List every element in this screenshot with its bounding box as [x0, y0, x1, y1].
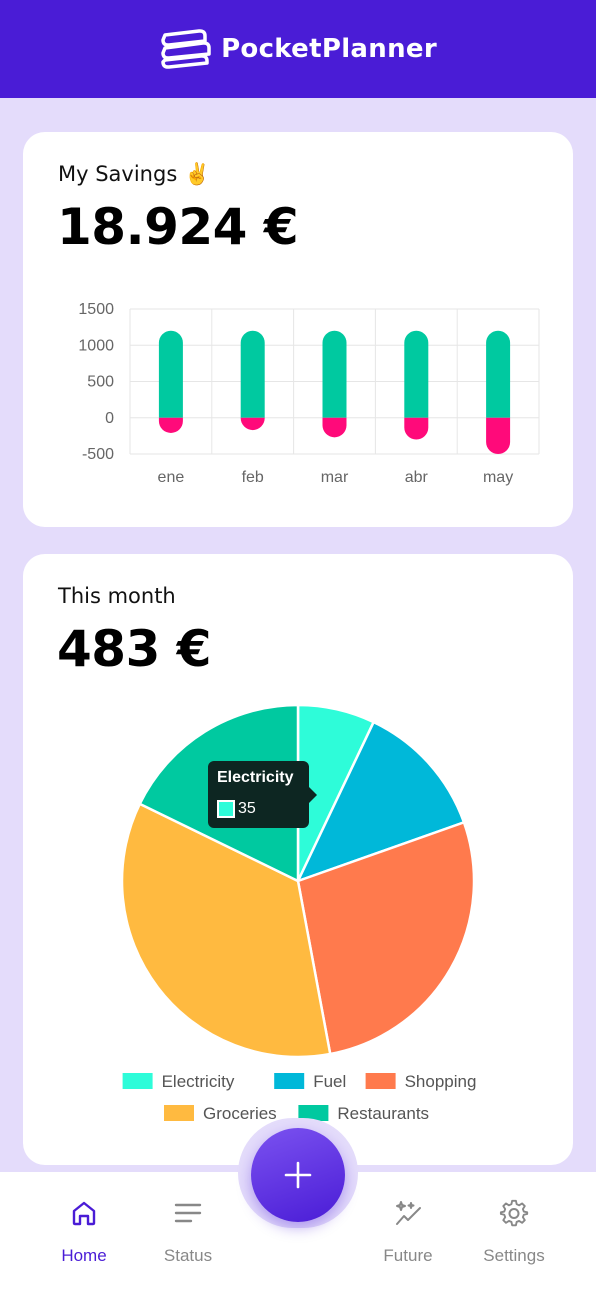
legend-label: Restaurants — [337, 1104, 429, 1123]
y-tick-label: 1000 — [78, 337, 114, 354]
savings-bar-chart: 1500 1000 500 0 -500 ene feb mar abr may — [78, 301, 540, 486]
list-icon — [174, 1203, 202, 1223]
legend-item-groceries[interactable]: Groceries — [164, 1104, 277, 1123]
savings-bar-negative[interactable] — [404, 417, 429, 440]
y-tick-label: -500 — [82, 446, 114, 463]
app-title: PocketPlanner — [221, 34, 437, 64]
nav-item-settings[interactable]: Settings — [459, 1198, 569, 1266]
nav-label-status: Status — [163, 1246, 213, 1265]
nav-label-home: Home — [61, 1246, 107, 1265]
y-tick-label: 1500 — [78, 301, 114, 318]
legend-swatch — [274, 1073, 305, 1089]
tooltip-value: 35 — [238, 800, 256, 817]
legend-label: Fuel — [313, 1072, 346, 1091]
legend-swatch — [365, 1073, 396, 1089]
savings-bar-negative[interactable] — [158, 417, 183, 433]
legend-label: Groceries — [203, 1104, 277, 1123]
x-tick-label: feb — [242, 469, 264, 486]
x-tick-label: may — [483, 469, 513, 486]
savings-bar-positive[interactable] — [404, 330, 429, 418]
app-logo-icon — [161, 29, 211, 69]
savings-bar-positive[interactable] — [240, 330, 265, 418]
legend-item-electricity[interactable]: Electricity — [122, 1072, 235, 1091]
month-card: This month 483 € Electricity Fuel Shopping… — [23, 554, 573, 1165]
legend-swatch — [122, 1073, 153, 1089]
nav-label-settings: Settings — [483, 1246, 545, 1265]
legend-item-fuel[interactable]: Fuel — [274, 1072, 346, 1091]
x-tick-label: abr — [405, 469, 429, 486]
home-icon — [72, 1201, 96, 1226]
savings-bar-positive[interactable] — [322, 330, 347, 418]
sparkle-trend-icon — [396, 1201, 421, 1225]
legend-label: Shopping — [405, 1072, 477, 1091]
nav-item-status[interactable]: Status — [133, 1198, 243, 1266]
legend-label: Electricity — [162, 1072, 235, 1091]
y-tick-label: 500 — [87, 374, 114, 391]
legend-item-shopping[interactable]: Shopping — [365, 1072, 477, 1091]
plus-icon — [284, 1161, 312, 1189]
legend-swatch — [164, 1105, 194, 1121]
y-tick-label: 0 — [105, 410, 114, 427]
x-tick-label: ene — [158, 469, 185, 486]
savings-bar-negative[interactable] — [486, 417, 511, 454]
savings-bar-positive[interactable] — [158, 330, 183, 418]
nav-label-future: Future — [383, 1246, 433, 1265]
savings-bar-negative[interactable] — [240, 417, 265, 431]
gear-icon — [499, 1199, 529, 1227]
savings-card: My Savings ✌️ 18.924 € 1500 1000 500 0 -500 e… — [23, 132, 573, 527]
savings-bar-negative[interactable] — [322, 417, 347, 438]
tooltip-swatch — [217, 800, 235, 818]
expense-pie-chart: Electricity Fuel Shopping Groceries Restaura… — [120, 703, 477, 1123]
x-tick-label: mar — [321, 469, 349, 486]
app-header: PocketPlanner — [0, 0, 596, 98]
tooltip-title: Electricity — [217, 769, 294, 786]
chart-tooltip: Electricity 35 — [208, 761, 317, 828]
nav-item-home[interactable]: Home — [29, 1198, 139, 1266]
savings-bar-positive[interactable] — [486, 330, 511, 418]
nav-item-future[interactable]: Future — [353, 1198, 463, 1266]
add-button[interactable] — [251, 1128, 345, 1222]
